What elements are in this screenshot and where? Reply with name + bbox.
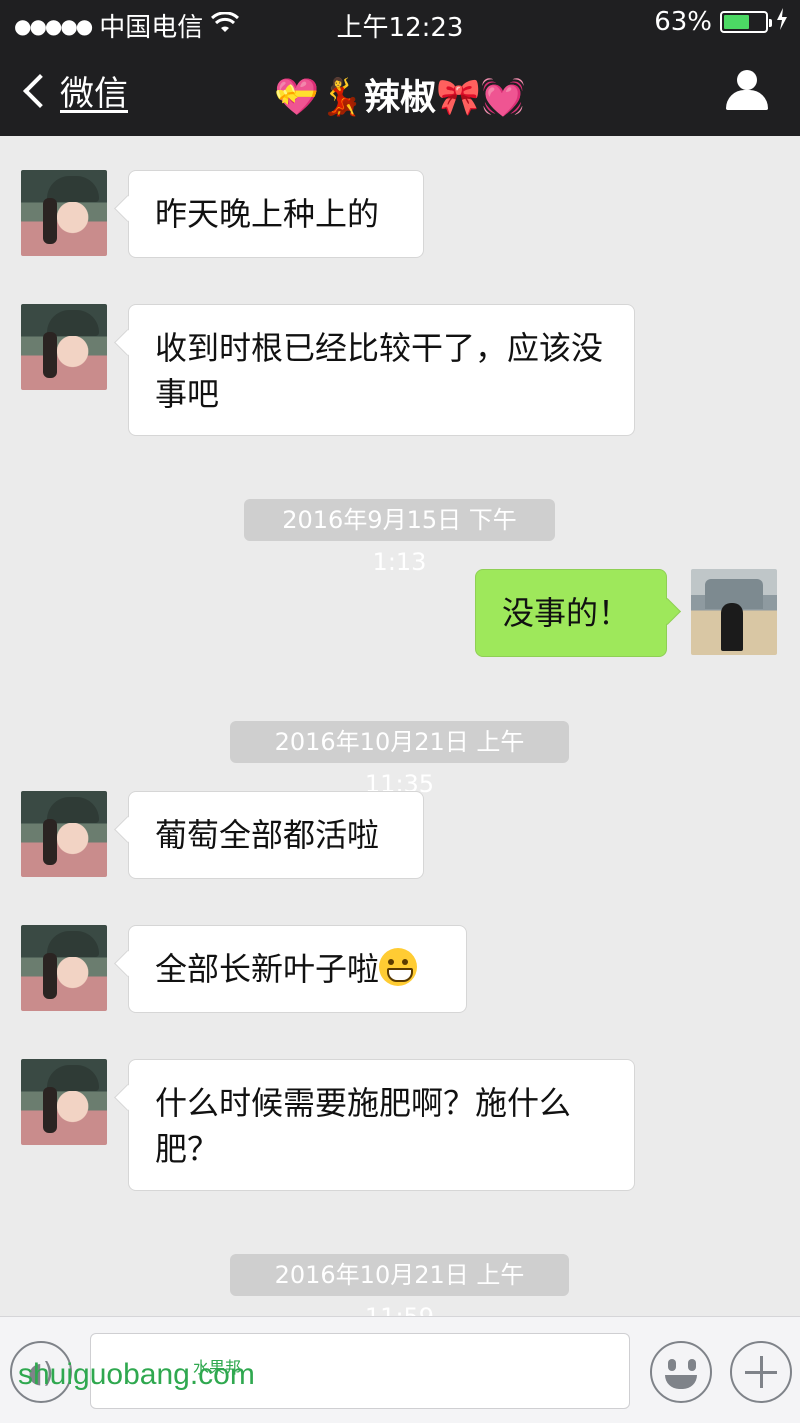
avatar-person — [721, 603, 743, 651]
message-text: 全部长新叶子啦 — [155, 950, 380, 988]
contact-info-head — [737, 70, 757, 90]
battery-percent: 63% — [654, 7, 712, 37]
avatar[interactable] — [21, 1059, 107, 1145]
avatar[interactable] — [21, 925, 107, 1011]
watermark-sub: 水果邦 — [193, 1360, 242, 1377]
battery-level — [724, 15, 750, 29]
watermark: shuiguobang.com 水果邦 — [18, 1358, 255, 1392]
avatar[interactable] — [691, 569, 777, 655]
avatar-hair — [43, 819, 57, 865]
timestamp: 2016年9月15日 下午1:13 — [244, 499, 555, 576]
emoji-icon-mouth — [665, 1375, 697, 1389]
avatar-hair — [43, 198, 57, 244]
message-text: 收到时根已经比较干了，应该没事吧 — [155, 329, 604, 413]
emoji-icon — [668, 1359, 676, 1371]
avatar[interactable] — [21, 791, 107, 877]
grin-icon — [379, 948, 418, 986]
avatar-hair — [43, 332, 57, 378]
more-button[interactable] — [730, 1341, 792, 1403]
contact-info-icon[interactable] — [726, 70, 768, 110]
message-text: 什么时候需要施肥啊？施什么肥？ — [155, 1084, 572, 1168]
avatar-hair — [43, 953, 57, 999]
timestamp: 2016年10月21日 上午11:35 — [230, 721, 569, 798]
message-bubble[interactable]: 昨天晚上种上的 — [128, 170, 424, 258]
status-bar: ●●●●● 中国电信 上午12:23 63% — [0, 0, 800, 44]
message-bubble[interactable]: 葡萄全部都活啦 — [128, 791, 424, 879]
message-text: 昨天晚上种上的 — [155, 195, 380, 233]
timestamp: 2016年10月21日 上午11:59 — [230, 1254, 569, 1331]
avatar-hair — [43, 1087, 57, 1133]
chat-title: 💝💃辣椒🎀💓 — [274, 77, 526, 118]
avatar-cap — [47, 176, 99, 202]
message-bubble[interactable]: 全部长新叶子啦 — [128, 925, 467, 1013]
message-bubble[interactable]: 没事的！ — [475, 569, 667, 657]
message-bubble[interactable]: 什么时候需要施肥啊？施什么肥？ — [128, 1059, 635, 1191]
charging-icon — [776, 7, 788, 37]
avatar-cap — [47, 310, 99, 336]
emoji-button[interactable] — [650, 1341, 712, 1403]
nav-bar: 微信 💝💃辣椒🎀💓 — [0, 44, 800, 136]
avatar[interactable] — [21, 304, 107, 390]
message-text: 葡萄全部都活啦 — [155, 816, 380, 854]
message-list[interactable]: 昨天晚上种上的 收到时根已经比较干了，应该没事吧 2016年9月15日 下午1:… — [0, 136, 800, 1331]
avatar-cap — [47, 1065, 99, 1091]
battery-icon — [720, 11, 772, 33]
avatar-cap — [47, 931, 99, 957]
avatar-cap — [47, 797, 99, 823]
message-bubble[interactable]: 收到时根已经比较干了，应该没事吧 — [128, 304, 635, 436]
contact-info-body — [726, 90, 768, 110]
message-text: 没事的！ — [502, 594, 631, 632]
avatar[interactable] — [21, 170, 107, 256]
plus-icon-vertical — [760, 1356, 763, 1388]
